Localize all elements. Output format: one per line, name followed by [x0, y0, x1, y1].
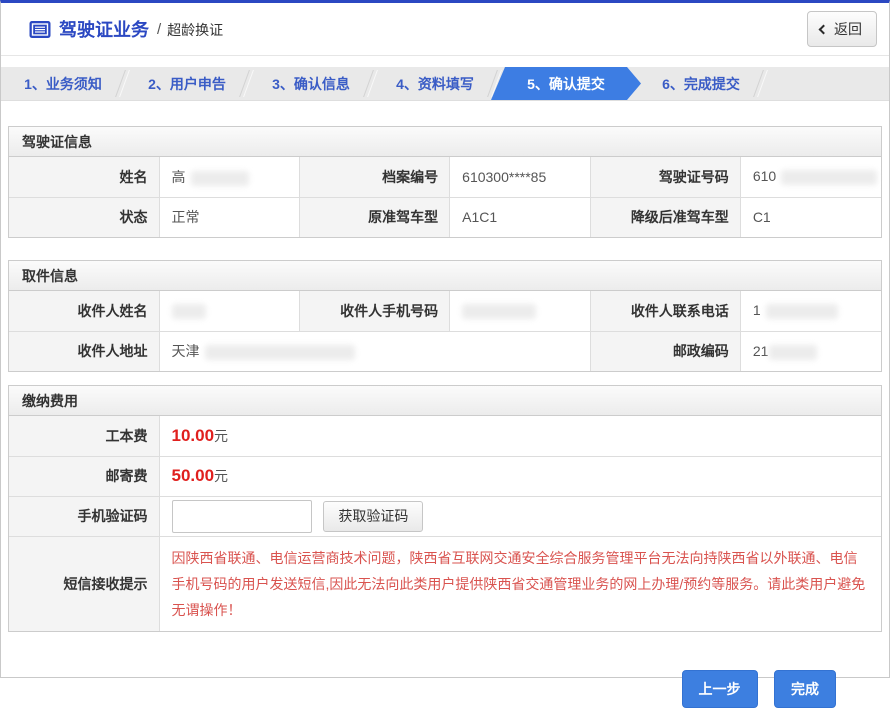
downgraded-class-value: C1: [740, 197, 881, 237]
production-fee-value: 10.00元: [159, 416, 881, 456]
recipient-tel-label: 收件人联系电话: [590, 291, 740, 331]
section-fees-title: 缴纳费用: [9, 386, 881, 416]
fee-unit: 元: [214, 468, 228, 484]
tab-step-4[interactable]: 4、资料填写: [373, 67, 497, 100]
breadcrumb-separator: /: [157, 21, 161, 38]
tab-step-2-label: 2、用户申告: [148, 76, 226, 92]
page-title: 驾驶证业务: [59, 16, 149, 42]
address-label: 收件人地址: [9, 331, 159, 371]
redacted-smudge: [172, 304, 206, 319]
redacted-smudge: [205, 345, 355, 360]
status-label: 状态: [9, 197, 159, 237]
tab-step-2[interactable]: 2、用户申告: [125, 67, 249, 100]
license-list-icon: [29, 20, 51, 39]
section-license-title: 驾驶证信息: [9, 127, 881, 157]
fee-unit: 元: [214, 428, 228, 444]
name-value: 高: [159, 157, 300, 197]
production-fee-amount: 10.00: [172, 426, 215, 445]
address-value: 天津: [159, 331, 590, 371]
table-row: 手机验证码 获取验证码: [9, 496, 881, 536]
tab-step-1-label: 1、业务须知: [24, 76, 102, 92]
license-no-value: 610: [740, 157, 881, 197]
table-row: 短信接收提示 因陕西省联通、电信运营商技术问题，陕西省互联网交通安全综合服务管理…: [9, 536, 881, 631]
tab-filler: [763, 67, 889, 100]
get-sms-code-button[interactable]: 获取验证码: [323, 501, 423, 532]
production-fee-label: 工本费: [9, 416, 159, 456]
table-row: 收件人地址 天津 邮政编码 21: [9, 331, 881, 371]
postcode-label: 邮政编码: [590, 331, 740, 371]
downgraded-class-label: 降级后准驾车型: [590, 197, 740, 237]
sms-code-cell: 获取验证码: [159, 496, 881, 536]
orig-class-value: A1C1: [450, 197, 591, 237]
recipient-name-label: 收件人姓名: [9, 291, 159, 331]
tab-step-5-active[interactable]: 5、确认提交: [491, 67, 641, 100]
back-button-label: 返回: [834, 19, 862, 39]
footer-actions: 上一步 完成: [1, 670, 889, 708]
tab-step-3[interactable]: 3、确认信息: [249, 67, 373, 100]
redacted-smudge: [781, 170, 877, 185]
recipient-mobile-value: [450, 291, 591, 331]
sms-notice-text: 因陕西省联通、电信运营商技术问题，陕西省互联网交通安全综合服务管理平台无法向持陕…: [172, 537, 882, 631]
fees-table: 工本费 10.00元 邮寄费 50.00元 手机验证码 获取验证码 短信接收提: [9, 416, 881, 631]
table-row: 姓名 高 档案编号 610300****85 驾驶证号码 610: [9, 157, 881, 197]
license-info-table: 姓名 高 档案编号 610300****85 驾驶证号码 610 状态 正常 原…: [9, 157, 881, 237]
redacted-smudge: [769, 345, 817, 360]
file-no-value: 610300****85: [450, 157, 591, 197]
step-tabs: 1、业务须知 2、用户申告 3、确认信息 4、资料填写 5、确认提交 6、完成提…: [1, 67, 889, 101]
sms-notice-cell: 因陕西省联通、电信运营商技术问题，陕西省互联网交通安全综合服务管理平台无法向持陕…: [159, 536, 881, 631]
tab-step-1[interactable]: 1、业务须知: [1, 67, 125, 100]
pickup-info-table: 收件人姓名 收件人手机号码 收件人联系电话 1 收件人地址 天津 邮政编码: [9, 291, 881, 371]
finish-button[interactable]: 完成: [774, 670, 836, 708]
tab-step-4-label: 4、资料填写: [396, 76, 474, 92]
tab-step-6-label: 6、完成提交: [662, 76, 740, 92]
chevron-left-icon: [819, 24, 829, 34]
section-fees: 缴纳费用 工本费 10.00元 邮寄费 50.00元 手机验证码 获取验证码: [8, 385, 882, 632]
section-license-info: 驾驶证信息 姓名 高 档案编号 610300****85 驾驶证号码 610 状…: [8, 126, 882, 238]
table-row: 收件人姓名 收件人手机号码 收件人联系电话 1: [9, 291, 881, 331]
recipient-tel-value: 1: [740, 291, 881, 331]
mailing-fee-label: 邮寄费: [9, 456, 159, 496]
table-row: 状态 正常 原准驾车型 A1C1 降级后准驾车型 C1: [9, 197, 881, 237]
orig-class-label: 原准驾车型: [300, 197, 450, 237]
postcode-value: 21: [740, 331, 881, 371]
previous-step-button[interactable]: 上一步: [682, 670, 758, 708]
tab-step-6[interactable]: 6、完成提交: [639, 67, 763, 100]
sms-notice-label: 短信接收提示: [9, 536, 159, 631]
redacted-smudge: [462, 304, 536, 319]
table-row: 工本费 10.00元: [9, 416, 881, 456]
sms-code-label: 手机验证码: [9, 496, 159, 536]
header-bar: 驾驶证业务 / 超龄换证 返回: [1, 3, 889, 56]
recipient-name-value: [159, 291, 300, 331]
mailing-fee-value: 50.00元: [159, 456, 881, 496]
tab-step-3-label: 3、确认信息: [272, 76, 350, 92]
page-container: 驾驶证业务 / 超龄换证 返回 1、业务须知 2、用户申告 3、确认信息 4、资…: [0, 0, 890, 678]
status-value: 正常: [159, 197, 300, 237]
redacted-smudge: [191, 171, 249, 186]
breadcrumb-current: 超龄换证: [167, 20, 223, 40]
redacted-smudge: [766, 304, 838, 319]
table-row: 邮寄费 50.00元: [9, 456, 881, 496]
section-pickup-info: 取件信息 收件人姓名 收件人手机号码 收件人联系电话 1 收件人地址 天津: [8, 260, 882, 372]
license-no-label: 驾驶证号码: [590, 157, 740, 197]
section-pickup-title: 取件信息: [9, 261, 881, 291]
recipient-mobile-label: 收件人手机号码: [300, 291, 450, 331]
back-button[interactable]: 返回: [807, 11, 877, 47]
mailing-fee-amount: 50.00: [172, 466, 215, 485]
file-no-label: 档案编号: [300, 157, 450, 197]
tab-step-5-label: 5、确认提交: [527, 76, 605, 92]
sms-code-input[interactable]: [172, 500, 312, 533]
name-label: 姓名: [9, 157, 159, 197]
